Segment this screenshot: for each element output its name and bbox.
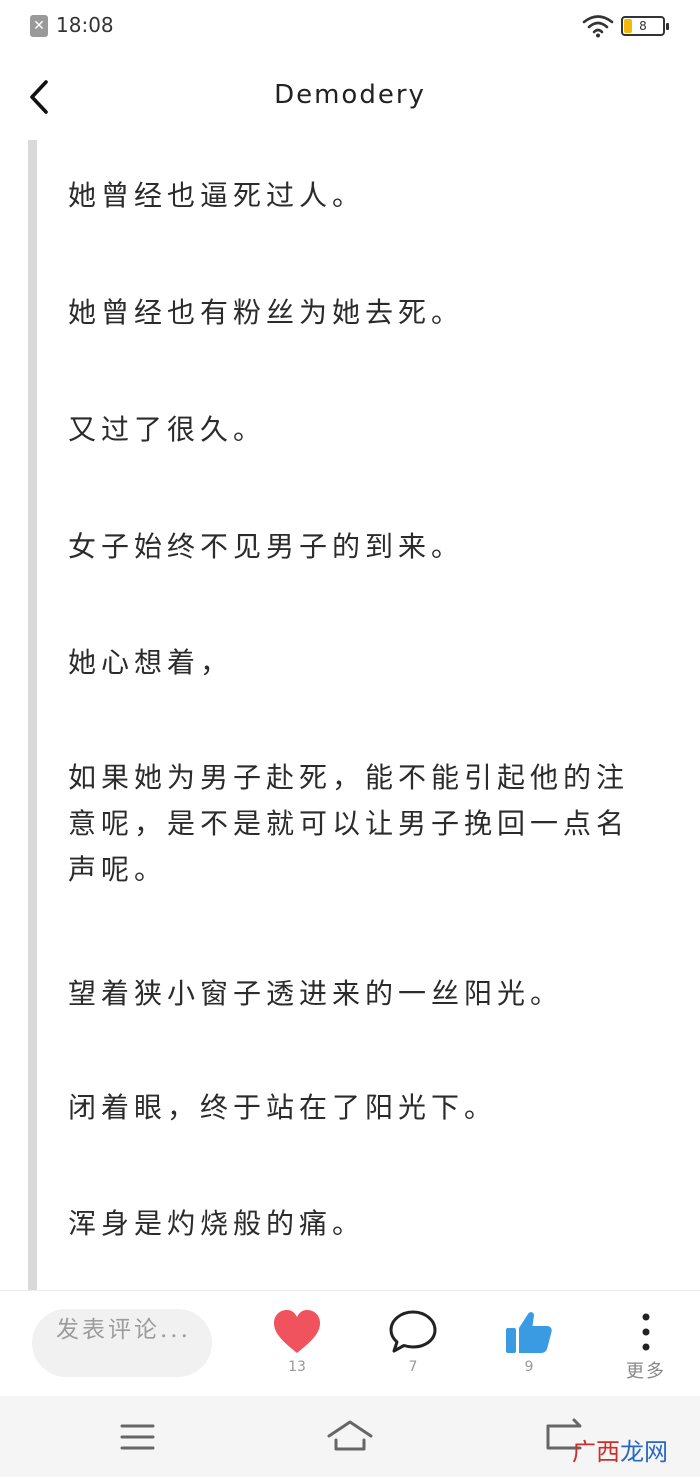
thumbs-up-count: 9 [524, 1359, 534, 1375]
battery-level: 8 [639, 19, 647, 33]
comment-input[interactable]: 发表评论... [32, 1309, 212, 1377]
more-vertical-icon [642, 1313, 650, 1351]
paragraph-1: 她曾经也逼死过人。 [68, 179, 366, 212]
home-button[interactable] [315, 1416, 385, 1458]
watermark-red-text: 广西 [572, 1438, 620, 1466]
close-box-icon: ✕ [30, 15, 48, 37]
more-button[interactable]: 更多 [611, 1309, 681, 1389]
page-title: Demodery [274, 80, 426, 110]
paragraph-2: 她曾经也有粉丝为她去死。 [68, 296, 465, 329]
paragraph-6: 如果她为男子赴死，能不能引起他的注意呢，是不是就可以让男子挽回一点名声呢。 [68, 761, 630, 886]
paragraph-4: 女子始终不见男子的到来。 [68, 530, 465, 563]
thumbs-up-icon [506, 1312, 552, 1353]
home-icon [327, 1420, 373, 1451]
watermark-logo: 广西龙网 [572, 1432, 668, 1467]
thumbs-up-button[interactable]: 9 [494, 1309, 564, 1389]
title-bar: Demodery [0, 60, 700, 136]
like-count: 13 [288, 1359, 306, 1375]
battery-icon: 8 [621, 16, 669, 36]
speech-bubble-icon [389, 1310, 437, 1353]
article-content: 她曾经也逼死过人。 她曾经也有粉丝为她去死。 又过了很久。 女子始终不见男子的到… [28, 140, 700, 1290]
paragraph-8: 闭着眼，终于站在了阳光下。 [68, 1091, 498, 1124]
paragraph-5: 她心想着， [68, 646, 234, 679]
paragraph-7: 望着狭小窗子透进来的一丝阳光。 [68, 977, 564, 1010]
comment-count: 7 [408, 1359, 418, 1375]
action-bar: 发表评论... 13 7 9 更多 [0, 1290, 700, 1396]
heart-icon [274, 1310, 320, 1353]
status-time: 18:08 [56, 13, 114, 37]
watermark-blue-text: 龙网 [620, 1438, 668, 1466]
comment-button[interactable]: 7 [378, 1309, 448, 1389]
menu-icon [120, 1424, 155, 1450]
paragraph-3: 又过了很久。 [68, 413, 267, 446]
menu-button[interactable] [102, 1416, 172, 1458]
more-label: 更多 [626, 1361, 666, 1382]
paragraph-9: 浑身是灼烧般的痛。 [68, 1207, 366, 1240]
like-button[interactable]: 13 [262, 1309, 332, 1389]
wifi-icon [582, 15, 614, 38]
quote-bar [28, 140, 37, 1290]
status-bar: ✕ 18:08 8 [0, 0, 700, 52]
